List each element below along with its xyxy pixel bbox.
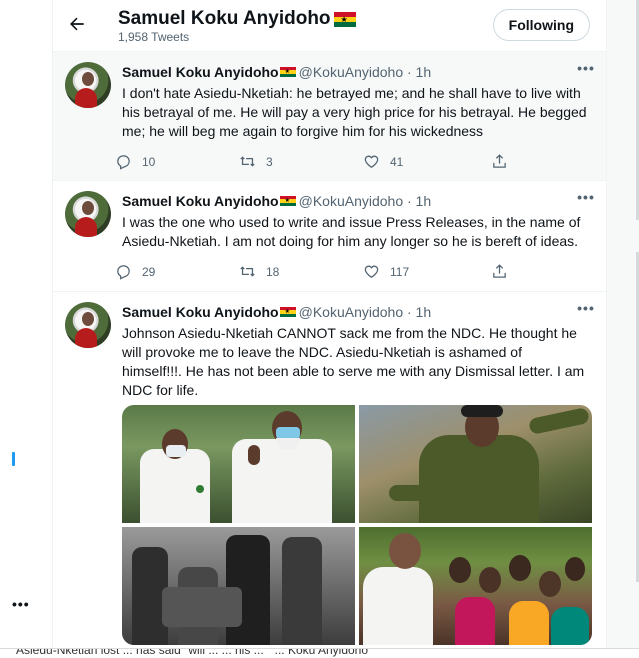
more-horizontal-icon: ••• [577,60,595,76]
tweet[interactable]: Samuel Koku Anyidoho ★ @KokuAnyidoho · 1… [53,52,606,181]
more-horizontal-icon: ••• [577,189,595,205]
photo-3[interactable] [122,527,355,645]
right-edge-strip [607,0,639,658]
retweet-button[interactable]: 3 [239,153,273,170]
screenshot: ••• Samuel Koku Anyidoho ★ 1,958 Tweets … [0,0,639,658]
reply-count: 29 [142,264,156,279]
avatar[interactable] [65,62,111,108]
reply-button[interactable]: 29 [115,263,155,280]
heart-icon [364,155,379,168]
photo-4[interactable] [359,527,592,645]
profile-header: Samuel Koku Anyidoho ★ 1,958 Tweets Foll… [53,0,606,52]
retweet-button[interactable]: 18 [239,263,279,280]
left-sidebar-strip: ••• [0,0,52,658]
tweet-header: Samuel Koku Anyidoho ★ @KokuAnyidoho · 1… [122,304,594,320]
tweet-handle-time[interactable]: @KokuAnyidoho · 1h [299,193,432,209]
ghana-flag-icon: ★ [279,306,296,318]
retweet-count: 3 [266,154,273,169]
retweet-icon [240,266,255,277]
share-icon [493,264,506,278]
more-horizontal-icon: ••• [577,300,595,316]
more-options-button[interactable]: ••• [574,189,598,211]
avatar[interactable] [65,302,111,348]
like-count: 41 [390,154,404,169]
ghana-flag-icon: ★ [333,11,356,27]
more-options-button[interactable]: ••• [574,300,598,322]
tweet-author-name[interactable]: Samuel Koku Anyidoho [122,304,279,320]
ghana-flag-icon: ★ [279,66,296,78]
retweet-count: 18 [266,264,280,279]
reply-icon [117,265,130,280]
tweet-media-grid [122,405,592,645]
tweet-actions: 29 18 117 [115,263,555,285]
tweet[interactable]: Samuel Koku Anyidoho ★ @KokuAnyidoho · 1… [53,181,606,292]
avatar[interactable] [65,191,111,237]
photo-1[interactable] [122,405,355,523]
reply-icon [117,155,130,170]
tweet-text: Johnson Asiedu-Nketiah CANNOT sack me fr… [122,325,585,398]
tweet-header: Samuel Koku Anyidoho ★ @KokuAnyidoho · 1… [122,193,594,209]
profile-name: Samuel Koku Anyidoho [118,8,331,29]
share-button[interactable] [491,153,508,170]
tweet-text: I was the one who used to write and issu… [122,214,581,249]
tweet-actions: 10 3 41 [115,153,555,175]
tweet-handle-time[interactable]: @KokuAnyidoho · 1h [299,304,432,320]
photo-2[interactable] [359,405,592,523]
tweet-count: 1,958 Tweets [118,30,190,44]
retweet-icon [240,156,255,167]
tweet-handle-time[interactable]: @KokuAnyidoho · 1h [299,64,432,80]
reply-button[interactable]: 10 [115,153,155,170]
like-button[interactable]: 117 [363,263,409,280]
left-edge-marker [12,452,15,466]
tweet-author-name[interactable]: Samuel Koku Anyidoho [122,193,279,209]
heart-icon [364,265,379,278]
reply-count: 10 [142,154,156,169]
more-options-button[interactable]: ••• [574,60,598,82]
timeline-column: Samuel Koku Anyidoho ★ 1,958 Tweets Foll… [52,0,607,648]
bottom-caption-strip: Asiedu-Nketiah lost ... has said "will .… [0,648,639,658]
bottom-caption: Asiedu-Nketiah lost ... has said "will .… [16,648,369,657]
arrow-left-icon [70,17,84,31]
like-button[interactable]: 41 [363,153,403,170]
tweet-header: Samuel Koku Anyidoho ★ @KokuAnyidoho · 1… [122,64,594,80]
back-button[interactable] [65,12,89,36]
share-button[interactable] [491,263,508,280]
following-button[interactable]: Following [492,9,590,41]
more-menu-dots[interactable]: ••• [12,596,30,612]
profile-name-heading: Samuel Koku Anyidoho ★ [118,8,356,30]
tweet[interactable]: Samuel Koku Anyidoho ★ @KokuAnyidoho · 1… [53,292,606,648]
tweet-author-name[interactable]: Samuel Koku Anyidoho [122,64,279,80]
like-count: 117 [390,264,410,279]
ghana-flag-icon: ★ [279,195,296,207]
tweet-text: I don't hate Asiedu-Nketiah: he betrayed… [122,85,587,139]
share-icon [493,154,506,168]
